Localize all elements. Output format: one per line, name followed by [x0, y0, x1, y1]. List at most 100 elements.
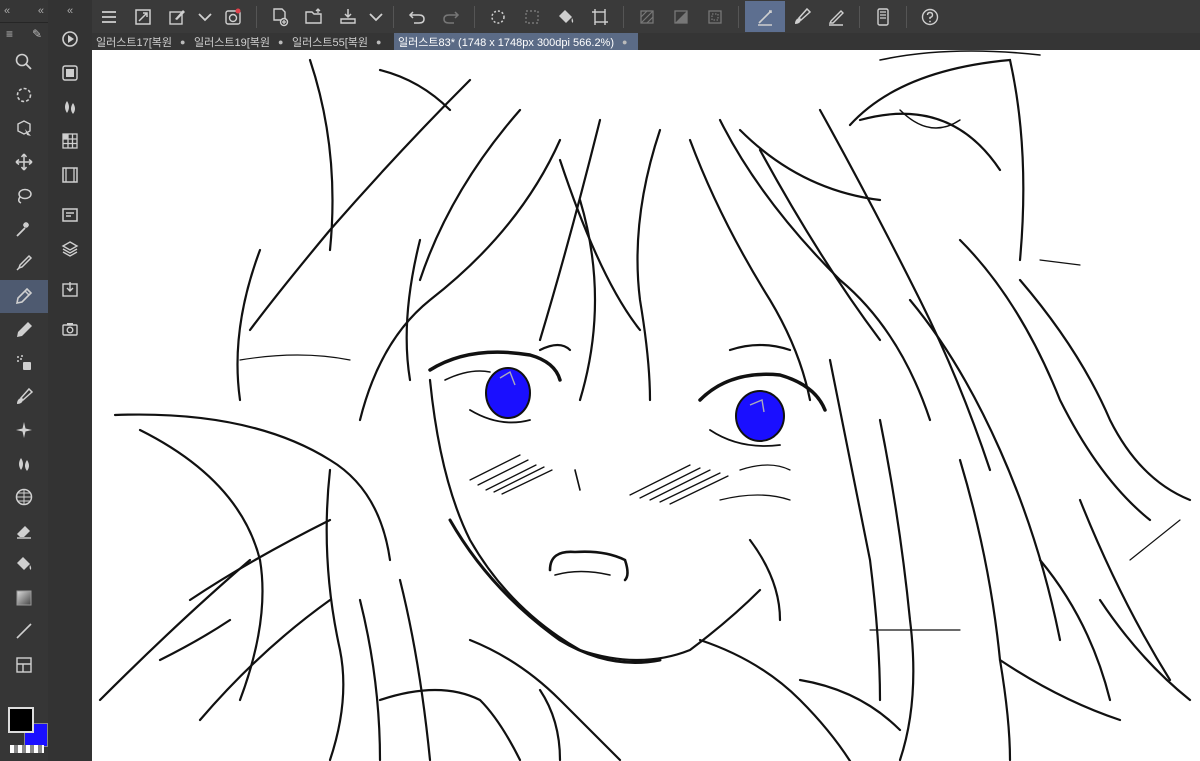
- stabilizer-button[interactable]: [216, 1, 250, 32]
- color-drops-icon: [65, 101, 75, 114]
- pen-active-icon: [758, 9, 772, 26]
- device-button[interactable]: [866, 1, 900, 32]
- toolbar-divider: [859, 5, 860, 28]
- palette-dock: «: [48, 0, 93, 761]
- navigator-button[interactable]: [48, 22, 92, 56]
- save-button[interactable]: [331, 1, 365, 32]
- document-tab[interactable]: 일러스트55[복원 ●: [288, 33, 394, 50]
- decoration-icon: [16, 422, 32, 439]
- airbrush-icon: [17, 355, 31, 371]
- camera-button[interactable]: [48, 312, 92, 346]
- tool-palette-header: « «: [0, 0, 48, 23]
- frame-tool[interactable]: [0, 648, 48, 682]
- line-icon: [16, 623, 32, 639]
- menu-icon[interactable]: ≡: [6, 27, 13, 41]
- eyedropper-tool[interactable]: [0, 246, 48, 280]
- tone-button[interactable]: [664, 1, 698, 32]
- fill-tool[interactable]: [0, 548, 48, 582]
- document-tab[interactable]: 일러스트17[복원 ●: [92, 33, 190, 50]
- open-file-icon: [305, 7, 322, 24]
- border-button[interactable]: [698, 1, 732, 32]
- object-select-icon: [17, 119, 31, 136]
- object-select-tool[interactable]: [0, 112, 48, 146]
- save-dropdown[interactable]: [365, 1, 387, 32]
- pen-mini-icon[interactable]: ✎: [32, 27, 42, 41]
- tab-close-icon[interactable]: ●: [278, 37, 283, 47]
- redo-button[interactable]: [434, 1, 468, 32]
- material-button[interactable]: [48, 272, 92, 306]
- fill-icon: [17, 557, 32, 571]
- color-set-button[interactable]: [48, 90, 92, 124]
- transform-icon: [525, 9, 539, 24]
- drawing-canvas[interactable]: [92, 50, 1200, 761]
- magic-wand-tool[interactable]: [0, 213, 48, 247]
- fill-icon: [559, 9, 574, 23]
- device-icon: [877, 7, 889, 26]
- color-indicator[interactable]: [6, 705, 48, 753]
- undo-button[interactable]: [400, 1, 434, 32]
- gradient-tool[interactable]: [0, 581, 48, 615]
- pen-tool[interactable]: [0, 279, 48, 313]
- help-button[interactable]: [913, 1, 947, 32]
- eyedropper-icon: [16, 254, 33, 271]
- tab-close-icon[interactable]: ●: [622, 37, 627, 47]
- tab-label: 일러스트17[복원: [96, 36, 173, 49]
- color-grid-button[interactable]: [48, 124, 92, 158]
- pen-settings-button[interactable]: [160, 1, 194, 32]
- clear-selection-button[interactable]: [481, 1, 515, 32]
- tool-property-button[interactable]: [48, 56, 92, 90]
- save-icon: [340, 8, 356, 24]
- main-color-swatch[interactable]: [8, 707, 34, 733]
- tab-label: 일러스트83* (1748 x 1748px 300dpi 566.2%): [398, 36, 615, 49]
- tab-close-icon[interactable]: ●: [376, 37, 381, 47]
- animation-button[interactable]: [48, 158, 92, 192]
- layer-property-button[interactable]: [48, 198, 92, 232]
- layers-button[interactable]: [48, 232, 92, 266]
- document-tab[interactable]: 일러스트19[복원 ●: [190, 33, 288, 50]
- brush-quick-button[interactable]: [785, 1, 819, 32]
- zoom-tool[interactable]: [0, 45, 48, 79]
- decoration-tool[interactable]: [0, 414, 48, 448]
- fill-button[interactable]: [549, 1, 583, 32]
- open-file-button[interactable]: [297, 1, 331, 32]
- command-bar: [92, 0, 1200, 34]
- main-menu-button[interactable]: [92, 1, 126, 32]
- pencil-tool[interactable]: [0, 313, 48, 347]
- figure-icon: [15, 489, 33, 506]
- collapse-left-icon[interactable]: «: [4, 5, 10, 17]
- airbrush-tool[interactable]: [0, 347, 48, 381]
- undo-icon: [408, 10, 425, 24]
- collapse-right-icon[interactable]: «: [38, 5, 44, 17]
- move-tool[interactable]: [0, 146, 48, 180]
- loading-icon: [491, 9, 505, 24]
- tool-palette: « « ≡ ✎: [0, 0, 49, 761]
- canvas-resize-button[interactable]: [126, 1, 160, 32]
- crop-button[interactable]: [583, 1, 617, 32]
- new-file-button[interactable]: [263, 1, 297, 32]
- hatch-button[interactable]: [630, 1, 664, 32]
- pencil-quick-button[interactable]: [819, 1, 853, 32]
- lasso-tool[interactable]: [0, 179, 48, 213]
- pen-icon: [15, 288, 33, 305]
- pen-settings-dropdown[interactable]: [194, 1, 216, 32]
- frame-icon: [16, 657, 32, 673]
- figure-tool[interactable]: [0, 481, 48, 515]
- line-tool[interactable]: [0, 615, 48, 649]
- transparent-color-swatch[interactable]: [10, 745, 44, 753]
- tool-palette-subheader: ≡ ✎: [0, 23, 48, 45]
- rotate-tool[interactable]: [0, 79, 48, 113]
- transform-button[interactable]: [515, 1, 549, 32]
- lasso-icon: [17, 188, 32, 204]
- tab-close-icon[interactable]: ●: [180, 37, 185, 47]
- pen-quick-button[interactable]: [745, 1, 785, 32]
- document-tab-active[interactable]: 일러스트83* (1748 x 1748px 300dpi 566.2%) ●: [394, 33, 638, 50]
- eraser-tool[interactable]: [0, 514, 48, 548]
- brush-tool[interactable]: [0, 380, 48, 414]
- toolbar-divider: [738, 5, 739, 28]
- blend-tool[interactable]: [0, 447, 48, 481]
- new-file-icon: [273, 7, 289, 26]
- dock-collapse-icon[interactable]: «: [48, 0, 92, 22]
- gradient-icon: [16, 590, 32, 606]
- toolbar-divider: [474, 5, 475, 28]
- tab-label: 일러스트55[복원: [292, 36, 369, 49]
